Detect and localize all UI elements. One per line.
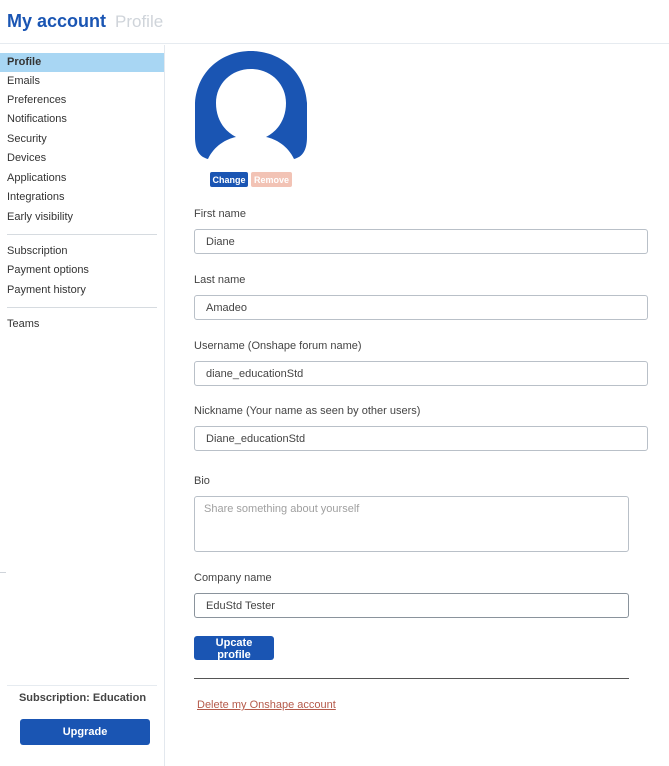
update-profile-button[interactable]: Upcate profile — [194, 636, 274, 661]
sidebar-item-profile[interactable]: Profile — [0, 53, 164, 72]
sidebar-item-applications[interactable]: Applications — [0, 169, 164, 188]
sidebar-item-teams[interactable]: Teams — [0, 315, 164, 334]
form-divider — [194, 678, 629, 679]
sidebar-item-integrations[interactable]: Integrations — [0, 188, 164, 207]
last-name-input[interactable] — [194, 295, 648, 320]
bio-textarea[interactable] — [194, 496, 629, 552]
sidebar-item-preferences[interactable]: Preferences — [0, 91, 164, 110]
nickname-label: Nickname (Your name as seen by other use… — [194, 405, 421, 417]
sidebar-item-early-visibility[interactable]: Early visibility — [0, 208, 164, 227]
sidebar-item-payment-history[interactable]: Payment history — [0, 281, 164, 300]
sidebar-divider — [7, 234, 157, 235]
first-name-input[interactable] — [194, 229, 648, 254]
sidebar: Profile Emails Preferences Notifications… — [0, 45, 165, 766]
sidebar-item-subscription[interactable]: Subscription — [0, 242, 164, 261]
upgrade-button[interactable]: Upgrade — [20, 719, 150, 745]
sidebar-item-emails[interactable]: Emails — [0, 72, 164, 91]
subscription-label: Subscription: Education — [18, 692, 147, 704]
company-name-input[interactable] — [194, 593, 629, 618]
change-avatar-button[interactable]: Change — [210, 172, 248, 187]
remove-avatar-button[interactable]: Remove — [251, 172, 292, 187]
page-title: My account — [7, 11, 107, 31]
sidebar-divider — [7, 307, 157, 308]
bio-label: Bio — [194, 475, 210, 487]
delete-account-link[interactable]: Delete my Onshape account — [197, 699, 336, 711]
avatar — [194, 51, 308, 161]
sidebar-item-devices[interactable]: Devices — [0, 149, 164, 168]
sidebar-item-security[interactable]: Security — [0, 130, 164, 149]
sidebar-item-payment-options[interactable]: Payment options — [0, 261, 164, 280]
sidebar-bottom-divider — [7, 685, 157, 686]
company-name-label: Company name — [194, 572, 272, 584]
username-label: Username (Onshape forum name) — [194, 340, 362, 352]
divider-fragment — [0, 572, 6, 573]
nickname-input[interactable] — [194, 426, 648, 451]
sidebar-item-notifications[interactable]: Notifications — [0, 110, 164, 129]
username-input[interactable] — [194, 361, 648, 386]
user-silhouette-icon — [195, 51, 307, 159]
first-name-label: First name — [194, 208, 246, 220]
last-name-label: Last name — [194, 274, 246, 286]
page-subtitle: Profile — [115, 12, 164, 31]
page-header: My account Profile — [0, 0, 669, 44]
